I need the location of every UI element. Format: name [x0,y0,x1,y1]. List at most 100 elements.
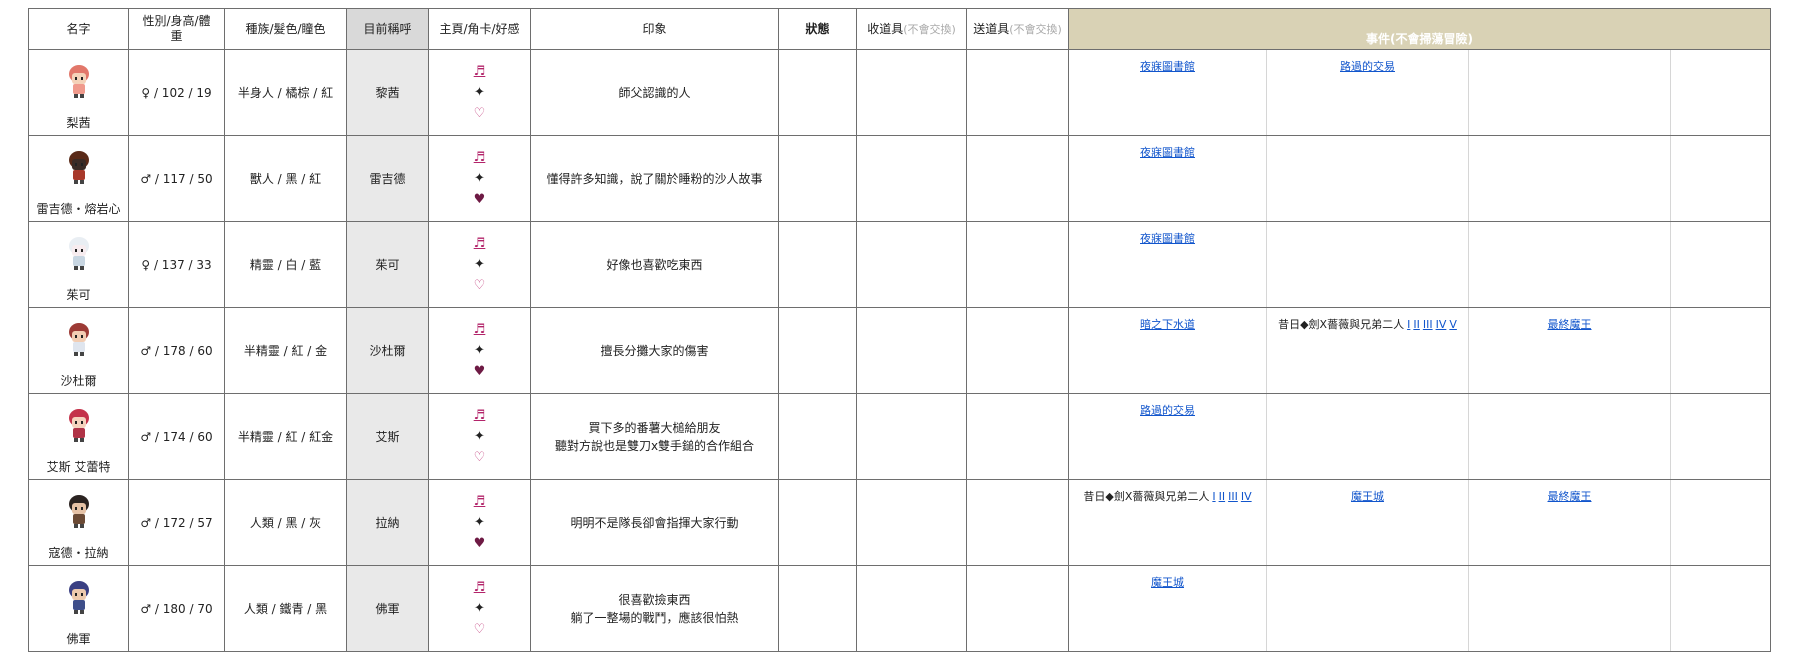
music-note-icon[interactable]: ♬ [474,64,486,79]
table-row: 梨茜 ♀ / 102 / 19 半身人 / 橘棕 / 紅黎茜 ♬ ✦ ♡ 師父認識的人 夜寐圖… [28,49,1771,136]
character-name: 雷吉德・熔岩心 [36,202,121,216]
impression-line: 擅長分攤大家的傷害 [600,343,709,358]
marks-cell: ♬ ✦ ♡ [428,221,531,308]
event-link[interactable]: 暗之下水道 [1140,318,1195,331]
character-name: 沙杜爾 [60,374,97,388]
event-cell [1468,393,1671,480]
impression-line: 躺了一整場的戰鬥，應該很怕熱 [570,610,739,625]
character-name: 梨茜 [66,116,91,130]
impression-line: 好像也喜歡吃東西 [606,257,703,272]
event-cell [1468,49,1671,136]
table-row: 寇德・拉納 ♂ / 172 / 57 人類 / 黑 / 灰拉納 ♬ ✦ ♥ 明明不是隊長卻會… [28,479,1771,566]
event-cell: 魔王城 [1068,565,1267,652]
sparkle-icon[interactable]: ✦ [474,171,485,186]
impression-cell: 好像也喜歡吃東西 [530,221,779,308]
event-link[interactable]: 夜寐圖書館 [1140,146,1195,159]
event-cell [1670,479,1771,566]
receive-cell [856,307,967,394]
event-series: 昔日◆劍X薔薇與兄弟二人 I II III IV V [1278,318,1457,331]
event-link[interactable]: 夜寐圖書館 [1140,60,1195,73]
event-cell [1266,135,1469,222]
status-cell [778,393,857,480]
header-race: 種族/髮色/瞳色 [224,8,347,50]
current-title-cell: 雷吉德 [346,135,429,222]
event-link[interactable]: 夜寐圖書館 [1140,232,1195,245]
event-cell: 路過的交易 [1068,393,1267,480]
table-row: 艾斯 艾蕾特 ♂ / 174 / 60 半精靈 / 紅 / 紅金 艾斯 ♬ ✦ ♡ 買下多的番… [28,393,1771,480]
event-cell [1670,393,1771,480]
event-link[interactable]: 魔王城 [1151,576,1184,589]
music-note-icon[interactable]: ♬ [474,322,486,337]
sparkle-icon[interactable]: ✦ [474,601,485,616]
event-cell [1670,307,1771,394]
event-part-link[interactable]: II [1413,318,1420,331]
heart-icon: ♥ [473,192,486,207]
event-cell [1266,393,1469,480]
music-note-icon[interactable]: ♬ [474,150,486,165]
table-row: 茱可 ♀ / 137 / 33 精靈 / 白 / 藍茱可 ♬ ✦ ♡ 好像也喜歡吃東西 夜寐圖… [28,221,1771,308]
event-part-link[interactable]: I [1407,318,1410,331]
race-cell: 人類 / 鐵青 / 黑 [224,565,347,652]
header-receive: 收道具(不會交換) [856,8,967,50]
event-part-link[interactable]: V [1449,318,1457,331]
receive-cell [856,135,967,222]
sparkle-icon[interactable]: ✦ [474,85,485,100]
table-row: 沙杜爾 ♂ / 178 / 60 半精靈 / 紅 / 金沙杜爾 ♬ ✦ ♥ 擅長分攤大家的傷… [28,307,1771,394]
event-cell [1266,565,1469,652]
event-part-link[interactable]: III [1423,318,1433,331]
race-cell: 半精靈 / 紅 / 紅金 [224,393,347,480]
name-cell: 雷吉德・熔岩心 [28,135,129,222]
race-cell: 精靈 / 白 / 藍 [224,221,347,308]
header-receive-label: 收道具 [867,21,904,36]
header-name: 名字 [28,8,129,50]
event-part-link[interactable]: I [1212,490,1215,503]
event-part-link[interactable]: II [1219,490,1226,503]
race-cell: 半身人 / 橘棕 / 紅 [224,49,347,136]
name-cell: 佛軍 [28,565,129,652]
event-series: 昔日◆劍X薔薇與兄弟二人 I II III IV [1083,490,1251,503]
sparkle-icon[interactable]: ✦ [474,257,485,272]
race-cell: 人類 / 黑 / 灰 [224,479,347,566]
sparkle-icon[interactable]: ✦ [474,515,485,530]
music-note-icon[interactable]: ♬ [474,236,486,251]
event-link[interactable]: 路過的交易 [1140,404,1195,417]
event-cell: 夜寐圖書館 [1068,135,1267,222]
header-marks: 主頁/角卡/好感 [428,8,531,50]
character-sprite [64,322,94,359]
sparkle-icon[interactable]: ✦ [474,343,485,358]
character-sprite [64,64,94,101]
event-series-title: 昔日◆劍X薔薇與兄弟二人 [1083,490,1210,503]
music-note-icon[interactable]: ♬ [474,580,486,595]
sparkle-icon[interactable]: ✦ [474,429,485,444]
heart-icon: ♡ [473,622,486,637]
event-part-link[interactable]: III [1228,490,1238,503]
current-title-cell: 茱可 [346,221,429,308]
stats-cell: ♂ / 172 / 57 [128,479,225,566]
event-part-link[interactable]: IV [1436,318,1447,331]
event-link[interactable]: 最終魔王 [1548,318,1592,331]
header-stats: 性別/身高/體重 [128,8,225,50]
marks-cell: ♬ ✦ ♡ [428,565,531,652]
name-cell: 艾斯 艾蕾特 [28,393,129,480]
event-part-link[interactable]: IV [1241,490,1252,503]
event-link[interactable]: 魔王城 [1351,490,1384,503]
music-note-icon[interactable]: ♬ [474,408,486,423]
heart-icon: ♡ [473,450,486,465]
send-cell [966,393,1069,480]
name-cell: 沙杜爾 [28,307,129,394]
impression-cell: 擅長分攤大家的傷害 [530,307,779,394]
character-table: 名字 性別/身高/體重 種族/髮色/瞳色 目前稱呼 主頁/角卡/好感 印象 狀態… [28,8,1771,652]
table-row: 佛軍 ♂ / 180 / 70 人類 / 鐵青 / 黑佛軍 ♬ ✦ ♡ 很喜歡撿東西 躺了一整… [28,565,1771,652]
event-link[interactable]: 路過的交易 [1340,60,1395,73]
event-link[interactable]: 最終魔王 [1548,490,1592,503]
header-events: 事件(不會掃蕩冒險) [1068,8,1771,50]
heart-icon: ♥ [473,536,486,551]
send-cell [966,221,1069,308]
event-cell: 暗之下水道 [1068,307,1267,394]
event-cell [1468,221,1671,308]
impression-line: 明明不是隊長卻會指揮大家行動 [570,515,739,530]
music-note-icon[interactable]: ♬ [474,494,486,509]
receive-cell [856,565,967,652]
race-cell: 半精靈 / 紅 / 金 [224,307,347,394]
event-cell: 最終魔王 [1468,307,1671,394]
